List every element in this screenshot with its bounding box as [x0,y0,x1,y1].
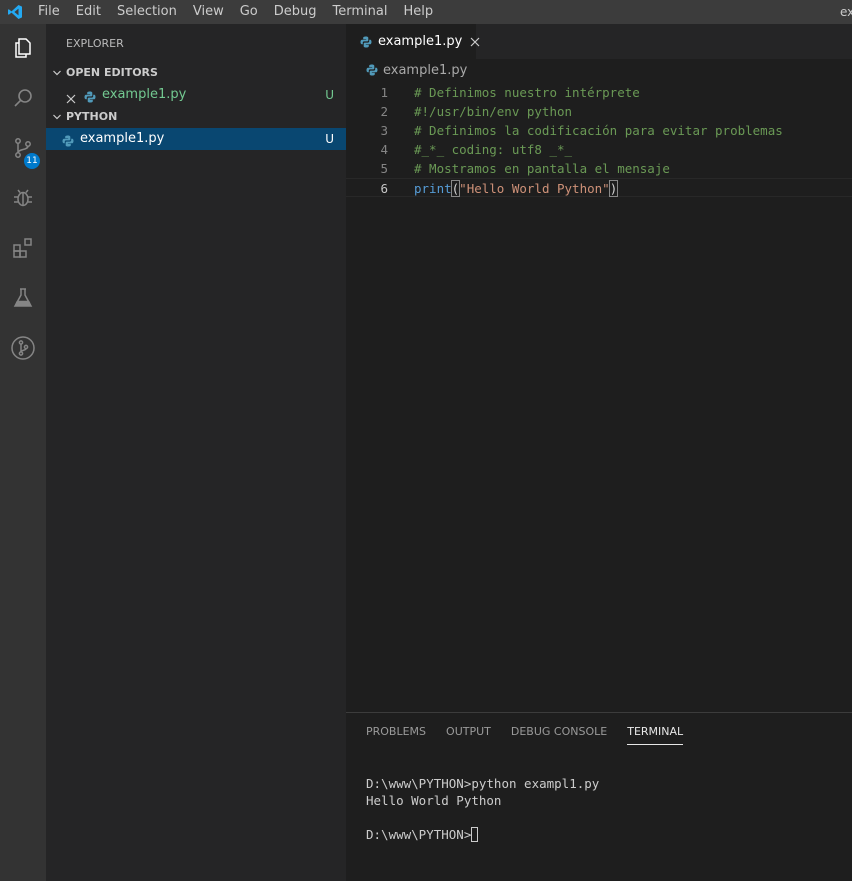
window-title: ex [840,5,852,19]
menu-go[interactable]: Go [232,0,266,24]
open-editor-filename: example1.py [102,87,187,102]
menu-edit[interactable]: Edit [68,0,109,24]
tab-label: example1.py [378,34,463,49]
code-line: 3 # Definimos la codificación para evita… [346,121,852,140]
menu-terminal[interactable]: Terminal [325,0,396,24]
terminal-line: D:\www\PYTHON>python exampl1.py [366,776,600,791]
terminal-output[interactable]: D:\www\PYTHON>python exampl1.py Hello Wo… [366,775,599,843]
code-comment: # Mostramos en pantalla el mensaje [414,161,670,176]
line-number: 6 [380,181,388,196]
breadcrumb[interactable]: example1.py [346,59,852,81]
code-comment: # Definimos la codificación para evitar … [414,123,783,138]
chevron-down-icon [52,112,66,122]
terminal-line: Hello World Python [366,793,502,808]
editor-tabs: example1.py [346,24,852,59]
search-button[interactable] [0,77,46,123]
open-editor-item[interactable]: example1.py U [46,84,346,106]
debug-icon [11,186,35,214]
open-editors-label: OPEN EDITORS [66,66,158,79]
code-comment: # Definimos nuestro intérprete [414,85,640,100]
breadcrumb-file: example1.py [383,62,468,78]
line-number: 4 [380,142,388,157]
close-icon[interactable] [66,90,76,104]
code-line: 4 #_*_ coding: utf8 _*_ [346,140,852,159]
debug-button[interactable] [0,177,46,223]
test-flask-icon [11,286,35,314]
tab-output[interactable]: OUTPUT [446,713,491,751]
editor-area: example1.py example1.py 1 # Definimos nu… [346,24,852,712]
code-comment: #_*_ coding: utf8 _*_ [414,142,573,157]
open-editors-header[interactable]: OPEN EDITORS [46,62,346,84]
code-line: 5 # Mostramos en pantalla el mensaje [346,159,852,178]
explorer-icon [11,36,35,64]
terminal-cursor [471,827,479,842]
git-graph-icon [10,335,36,365]
folder-file-item[interactable]: example1.py U [46,128,346,150]
tab-example1-py[interactable]: example1.py [346,24,480,59]
test-button[interactable] [0,277,46,323]
tab-debug-console[interactable]: DEBUG CONSOLE [511,713,607,751]
code-line: 1 # Definimos nuestro intérprete [346,83,852,102]
terminal-prompt-line: D:\www\PYTHON> [366,826,599,843]
explorer-button[interactable] [0,27,46,73]
close-icon[interactable] [470,37,480,47]
menu-file[interactable]: File [30,0,68,24]
explorer-sidebar: EXPLORER OPEN EDITORS example1.py U PYTH… [46,24,346,881]
sidebar-title: EXPLORER [66,37,124,50]
folder-file-name: example1.py [80,131,165,146]
source-control-button[interactable]: 11 [0,127,46,173]
extensions-button[interactable] [0,227,46,273]
tab-terminal[interactable]: TERMINAL [627,713,683,751]
menu-selection[interactable]: Selection [109,0,185,24]
menu-bar: File Edit Selection View Go Debug Termin… [0,0,852,24]
menu-view[interactable]: View [185,0,232,24]
python-file-icon [366,64,378,76]
bottom-panel: PROBLEMS OUTPUT DEBUG CONSOLE TERMINAL D… [346,712,852,881]
line-number: 2 [380,104,388,119]
code-statement: print("Hello World Python") [414,179,619,198]
menu-debug[interactable]: Debug [266,0,325,24]
python-file-icon [62,133,74,155]
git-graph-button[interactable] [0,327,46,373]
code-editor[interactable]: 1 # Definimos nuestro intérprete 2 #!/us… [346,83,852,197]
python-file-icon [84,89,96,111]
untracked-status-badge: U [325,88,334,102]
search-icon [11,86,35,114]
line-number: 5 [380,161,388,176]
code-keyword: print [414,181,452,196]
code-close-paren: ) [608,180,619,197]
panel-tabs: PROBLEMS OUTPUT DEBUG CONSOLE TERMINAL [346,713,852,751]
menu-help[interactable]: Help [395,0,441,24]
terminal-prompt: D:\www\PYTHON> [366,827,472,842]
python-file-icon [360,36,372,48]
source-control-badge: 11 [24,153,40,169]
line-number: 3 [380,123,388,138]
line-number: 1 [380,85,388,100]
code-comment: #!/usr/bin/env python [414,104,573,119]
activity-bar: 11 [0,24,46,881]
untracked-status-badge: U [325,132,334,146]
chevron-down-icon [52,68,66,78]
code-string: "Hello World Python" [459,181,610,196]
tab-problems[interactable]: PROBLEMS [366,713,426,751]
vscode-logo-icon [0,0,30,24]
code-line-current: 6 print("Hello World Python") [346,178,852,197]
code-line: 2 #!/usr/bin/env python [346,102,852,121]
extensions-icon [11,236,35,264]
